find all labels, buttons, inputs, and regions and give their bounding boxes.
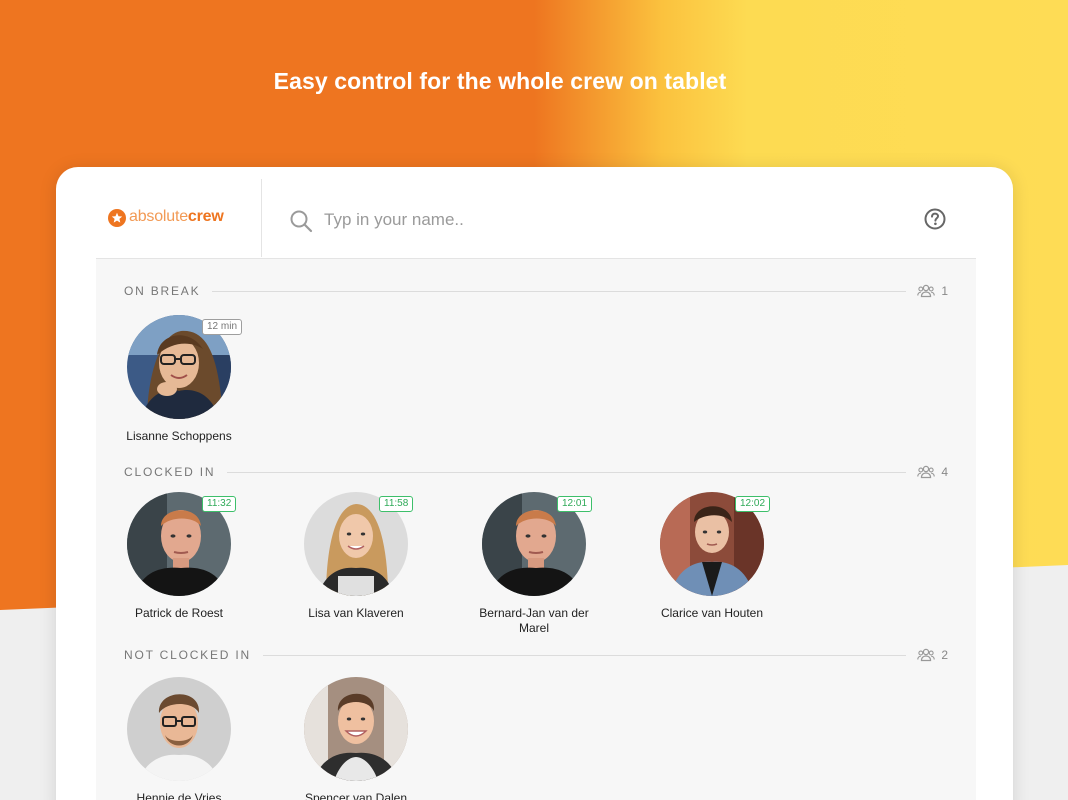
group-icon	[917, 284, 936, 298]
count-value: 4	[941, 465, 948, 479]
tablet-frame: absolutecrew ON BREAK 1	[56, 167, 1013, 800]
crew-name: Lisa van Klaveren	[308, 606, 404, 620]
crew-name: Bernard-Jan van der Marel	[479, 606, 589, 635]
avatar	[127, 677, 231, 781]
avatar	[304, 677, 408, 781]
group-icon	[917, 648, 936, 662]
avatar-wrap: 11:58	[304, 492, 414, 596]
crew-name: Clarice van Houten	[660, 606, 764, 620]
section-header-clocked-in: CLOCKED IN 4	[124, 464, 948, 480]
search-icon	[289, 209, 313, 238]
clock-in-time-badge: 11:58	[379, 496, 414, 512]
clock-in-time-badge: 11:32	[202, 496, 237, 512]
crew-name: Hennie de Vries	[136, 791, 222, 800]
section-title: CLOCKED IN	[124, 464, 228, 480]
avatar-wrap: 12:01	[482, 492, 593, 596]
crew-name: Spencer van Dalen	[304, 791, 408, 800]
crew-card-patrick[interactable]: 11:32 Patrick de Roest	[104, 492, 254, 621]
crew-name: Patrick de Roest	[134, 606, 224, 620]
app-screen: absolutecrew ON BREAK 1	[96, 167, 976, 800]
section-header-not-clocked-in: NOT CLOCKED IN 2	[124, 647, 948, 663]
page-headline: Easy control for the whole crew on table…	[273, 68, 727, 94]
top-bar: absolutecrew	[96, 167, 976, 259]
crew-card-clarice[interactable]: 12:02 Clarice van Houten	[637, 492, 787, 621]
avatar-wrap: 11:32	[127, 492, 237, 596]
clock-in-time-badge: 12:02	[735, 496, 771, 512]
clock-in-time-badge: 12:01	[557, 496, 593, 512]
group-icon	[917, 465, 936, 479]
break-duration-badge: 12 min	[202, 319, 243, 335]
crew-card-spencer[interactable]: Spencer van Dalen	[281, 677, 431, 800]
brand-logo: absolutecrew	[129, 208, 224, 226]
help-circle-icon[interactable]	[924, 208, 946, 235]
section-divider	[124, 291, 906, 292]
crew-card-lisa[interactable]: 11:58 Lisa van Klaveren	[281, 492, 431, 621]
crew-name: Lisanne Schoppens	[126, 429, 232, 443]
section-count: 2	[917, 647, 948, 663]
name-search-input[interactable]	[324, 205, 884, 235]
section-title: NOT CLOCKED IN	[124, 647, 263, 663]
avatar-wrap: 12 min	[127, 315, 243, 419]
logo-area: absolutecrew	[96, 179, 262, 257]
crew-card-lisanne[interactable]: 12 min Lisanne Schoppens	[104, 315, 254, 444]
count-value: 2	[941, 648, 948, 662]
section-header-on-break: ON BREAK 1	[124, 283, 948, 299]
section-count: 1	[917, 283, 948, 299]
star-logo-icon	[108, 209, 126, 227]
logo-text-part1: absolute	[129, 208, 188, 225]
crew-card-hennie[interactable]: Hennie de Vries	[104, 677, 254, 800]
logo-text-part2: crew	[187, 208, 224, 225]
count-value: 1	[941, 284, 948, 298]
section-title: ON BREAK	[124, 283, 213, 299]
section-count: 4	[917, 464, 948, 480]
avatar-wrap: 12:02	[660, 492, 771, 596]
avatar-wrap	[304, 677, 408, 781]
avatar-wrap	[127, 677, 231, 781]
section-divider	[124, 472, 906, 473]
crew-card-bernard-jan[interactable]: 12:01 Bernard-Jan van der Marel	[459, 492, 609, 636]
